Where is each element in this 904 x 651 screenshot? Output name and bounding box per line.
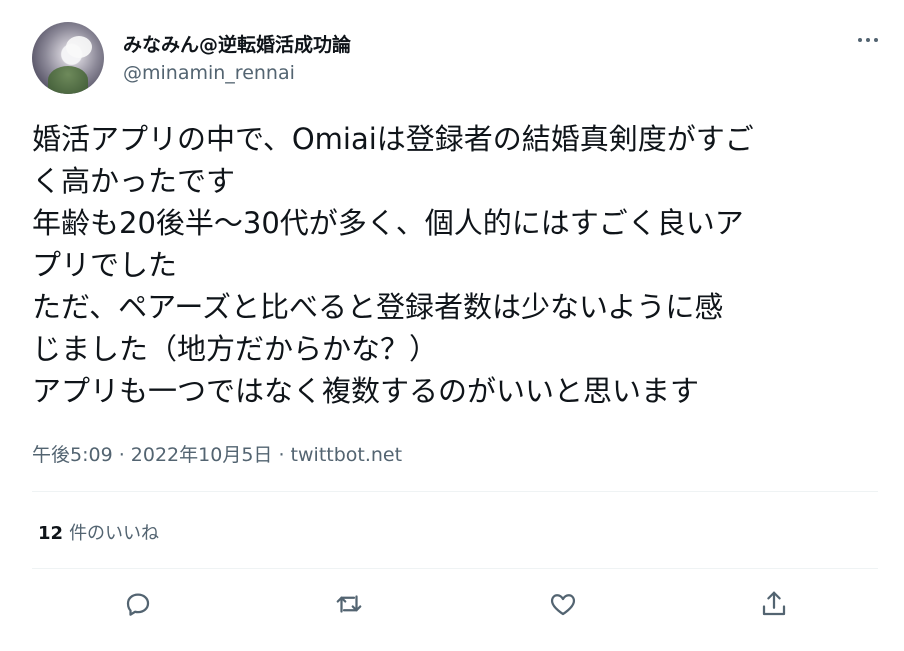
like-count: 12	[38, 523, 64, 544]
meta-separator: ·	[272, 444, 291, 466]
avatar-plant	[48, 66, 88, 94]
author-handle[interactable]: @minamin_rennai	[123, 62, 295, 84]
avatar-flower	[66, 36, 92, 58]
like-button[interactable]	[543, 584, 583, 624]
tweet-time[interactable]: 午後5:09	[32, 444, 113, 466]
author-display-name[interactable]: みなみん@逆転婚活成功論	[123, 30, 351, 57]
likes-stat[interactable]: 12 件のいいね	[38, 519, 159, 545]
tweet-metadata: 午後5:09 · 2022年10月5日 · twittbot.net	[32, 440, 402, 467]
divider	[32, 568, 878, 569]
tweet-text-line: アプリも一つではなく複数するのがいいと思います	[32, 374, 700, 408]
tweet-card: みなみん@逆転婚活成功論 @minamin_rennai 婚活アプリの中で、Om…	[0, 0, 904, 651]
tweet-text-line: 年齢も20後半〜30代が多く、個人的にはすごく良いア	[32, 206, 744, 240]
tweet-text-line: じました（地方だからかな？）	[32, 332, 439, 366]
like-label: 件のいいね	[69, 523, 160, 544]
action-bar	[0, 584, 904, 628]
share-icon	[762, 591, 786, 616]
avatar[interactable]	[32, 22, 104, 94]
reply-icon	[126, 593, 150, 616]
more-options-icon[interactable]	[852, 28, 884, 52]
retweet-button[interactable]	[329, 584, 369, 624]
reply-button[interactable]	[118, 584, 158, 624]
retweet-icon	[336, 595, 362, 613]
tweet-source[interactable]: twittbot.net	[291, 444, 403, 466]
tweet-text-line: 婚活アプリの中で、Omiaiは登録者の結婚真剣度がすご	[32, 122, 754, 156]
tweet-text: 婚活アプリの中で、Omiaiは登録者の結婚真剣度がすご く高かったです 年齢も2…	[32, 118, 882, 412]
tweet-text-line: ただ、ペアーズと比べると登録者数は少ないように感	[32, 290, 724, 324]
tweet-text-line: く高かったです	[32, 164, 236, 198]
heart-icon	[550, 594, 576, 616]
meta-separator: ·	[112, 444, 131, 466]
share-button[interactable]	[754, 584, 794, 624]
tweet-date[interactable]: 2022年10月5日	[131, 444, 273, 466]
divider	[32, 491, 878, 492]
tweet-text-line: プリでした	[32, 248, 178, 282]
